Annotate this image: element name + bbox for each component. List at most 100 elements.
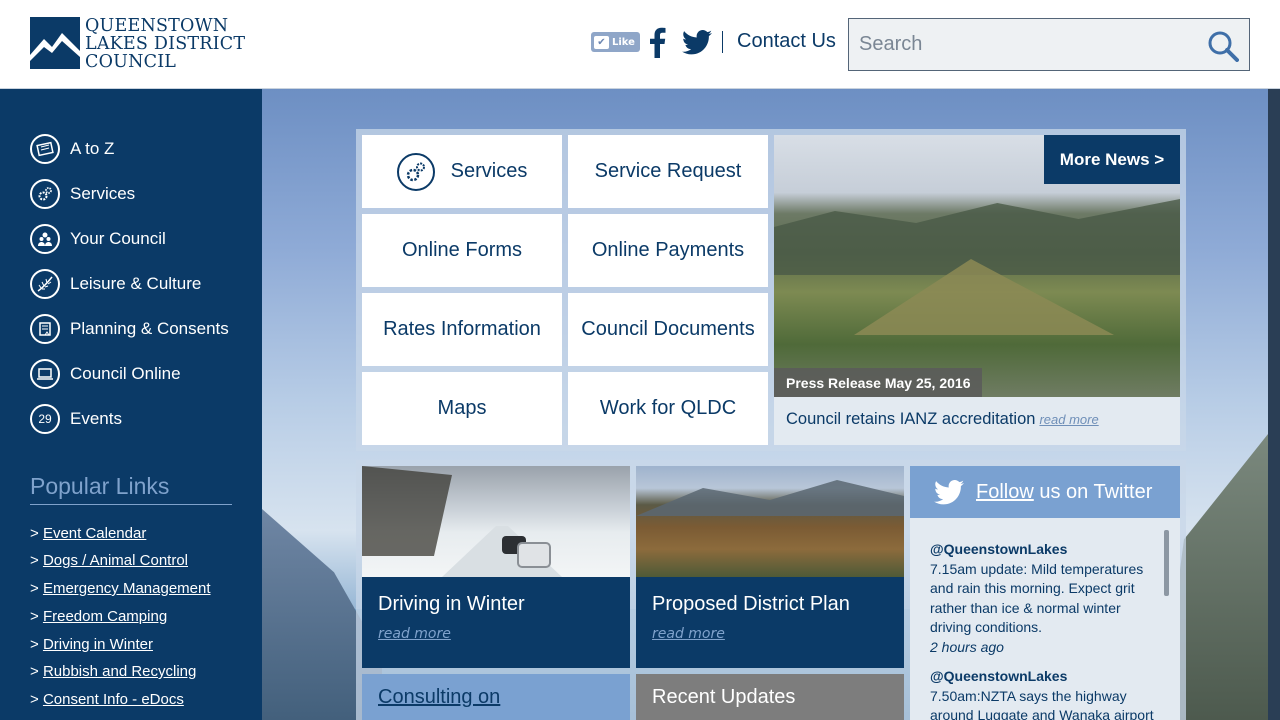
popular-link-text: Dogs / Animal Control bbox=[42, 552, 189, 569]
tile-online-forms[interactable]: Online Forms bbox=[362, 214, 562, 287]
district-aerial-photo bbox=[636, 466, 904, 577]
popular-link-text: Rubbish and Recycling bbox=[42, 663, 197, 680]
sidebar: A to Z Services Your Council Leisure & C… bbox=[0, 89, 262, 720]
popular-link[interactable]: > Dogs / Animal Control bbox=[30, 552, 188, 569]
sidebar-item-council-online[interactable]: Council Online bbox=[30, 358, 181, 390]
popular-link[interactable]: > Event Calendar bbox=[30, 525, 146, 542]
tile-services[interactable]: Services bbox=[362, 135, 562, 208]
logo-line-3: COUNCIL bbox=[85, 52, 177, 72]
logo-line-2: LAKES DISTRICT bbox=[85, 34, 246, 54]
recent-updates-title: Recent Updates bbox=[652, 686, 796, 708]
tile-label: Council Documents bbox=[581, 318, 755, 340]
tweet-handle[interactable]: @QueenstownLakes bbox=[930, 540, 1162, 560]
news-read-more-link[interactable]: read more bbox=[1039, 412, 1098, 427]
tweet-text: 7.15am update: Mild temperatures and rai… bbox=[930, 560, 1144, 636]
sidebar-item-label: Services bbox=[70, 184, 136, 203]
popular-link[interactable]: > Freedom Camping bbox=[30, 608, 167, 625]
card-body: Proposed District Plan read more bbox=[636, 577, 904, 668]
facebook-like-button[interactable]: ✔ Like bbox=[591, 32, 640, 52]
consulting-tile[interactable]: Consulting on bbox=[362, 674, 630, 720]
sidebar-item-label: A to Z bbox=[70, 139, 115, 158]
card-driving-in-winter[interactable]: Driving in Winter read more bbox=[362, 466, 630, 668]
calendar-icon: 29 bbox=[30, 404, 60, 434]
popular-link-text: Consent Info - eDocs bbox=[42, 691, 184, 708]
search-icon[interactable] bbox=[1207, 30, 1239, 62]
twitter-icon[interactable] bbox=[682, 30, 712, 55]
sidebar-item-services[interactable]: Services bbox=[30, 178, 135, 210]
card-read-more-link[interactable]: read more bbox=[378, 626, 451, 642]
people-icon bbox=[30, 224, 60, 254]
twitter-follow-link[interactable]: Follow bbox=[976, 481, 1034, 504]
press-release-tag: Press Release May 25, 2016 bbox=[774, 368, 983, 397]
popular-link-text: Driving in Winter bbox=[42, 636, 153, 653]
tweet-text: 7.50am:NZTA says the highway around Lugg… bbox=[930, 687, 1154, 720]
facebook-icon[interactable] bbox=[646, 26, 668, 58]
sidebar-item-label: Events bbox=[70, 409, 122, 428]
photo-trees bbox=[362, 466, 452, 556]
tile-rates-information[interactable]: Rates Information bbox=[362, 293, 562, 366]
tile-work-for-qldc[interactable]: Work for QLDC bbox=[568, 372, 768, 445]
tweet-handle[interactable]: @QueenstownLakes bbox=[930, 667, 1162, 687]
tweet: @QueenstownLakes 7.50am:NZTA says the hi… bbox=[930, 667, 1162, 720]
page-scrollbar[interactable] bbox=[1268, 89, 1280, 720]
twitter-feed: @QueenstownLakes 7.15am update: Mild tem… bbox=[910, 518, 1180, 720]
popular-links-title: Popular Links bbox=[30, 473, 232, 505]
sidebar-item-events[interactable]: 29 Events bbox=[30, 403, 122, 435]
sidebar-item-planning-consents[interactable]: Planning & Consents bbox=[30, 313, 229, 345]
search-input[interactable] bbox=[849, 19, 1189, 70]
card-read-more-link[interactable]: read more bbox=[652, 626, 725, 642]
tile-online-payments[interactable]: Online Payments bbox=[568, 214, 768, 287]
tile-label: Maps bbox=[437, 397, 487, 419]
tile-label: Service Request bbox=[594, 160, 742, 182]
popular-link[interactable]: > Emergency Management bbox=[30, 580, 211, 597]
card-title: Proposed District Plan bbox=[652, 593, 850, 615]
document-icon bbox=[30, 314, 60, 344]
popular-link[interactable]: > Rubbish and Recycling bbox=[30, 663, 196, 680]
sidebar-item-label: Leisure & Culture bbox=[70, 274, 202, 293]
twitter-icon bbox=[934, 479, 964, 504]
popular-link-text: Freedom Camping bbox=[42, 608, 168, 625]
gears-icon bbox=[30, 179, 60, 209]
tweet-time: 2 hours ago bbox=[930, 638, 1004, 655]
tile-council-documents[interactable]: Council Documents bbox=[568, 293, 768, 366]
card-proposed-district-plan[interactable]: Proposed District Plan read more bbox=[636, 466, 904, 668]
mountain-logo-icon bbox=[30, 17, 80, 69]
header-divider bbox=[722, 31, 723, 53]
photo-car bbox=[517, 542, 551, 568]
search-box bbox=[848, 18, 1250, 71]
logo-text: QUEENSTOWN LAKES DISTRICT COUNCIL bbox=[85, 17, 245, 73]
card-body: Driving in Winter read more bbox=[362, 577, 630, 668]
tile-label: Online Payments bbox=[591, 239, 745, 261]
sidebar-item-a-to-z[interactable]: A to Z bbox=[30, 133, 114, 165]
sidebar-item-leisure-culture[interactable]: Leisure & Culture bbox=[30, 268, 201, 300]
more-news-button[interactable]: More News > bbox=[1044, 135, 1180, 184]
consulting-link[interactable]: Consulting on bbox=[378, 686, 500, 708]
contact-us-link[interactable]: Contact Us bbox=[737, 30, 836, 53]
card-title: Driving in Winter bbox=[378, 593, 525, 615]
news-headline[interactable]: Council retains IANZ accreditation read m… bbox=[786, 410, 1099, 429]
tweet: @QueenstownLakes 7.15am update: Mild tem… bbox=[930, 540, 1162, 657]
sidebar-item-label: Your Council bbox=[70, 229, 166, 248]
laptop-icon bbox=[30, 359, 60, 389]
sidebar-item-your-council[interactable]: Your Council bbox=[30, 223, 166, 255]
like-label: Like bbox=[612, 36, 635, 48]
tile-label: Online Forms bbox=[401, 239, 523, 261]
sidebar-item-label: Planning & Consents bbox=[70, 319, 229, 338]
photo-mountains bbox=[636, 480, 904, 516]
tile-label: Services bbox=[450, 160, 528, 182]
fern-icon bbox=[30, 269, 60, 299]
sidebar-item-label: Council Online bbox=[70, 364, 181, 383]
popular-link[interactable]: > Consent Info - eDocs bbox=[30, 691, 184, 708]
twitter-scrollbar[interactable] bbox=[1164, 530, 1169, 596]
tile-label: Work for QLDC bbox=[599, 397, 737, 419]
recent-updates-tile[interactable]: Recent Updates bbox=[636, 674, 904, 720]
gears-icon bbox=[396, 152, 435, 191]
tile-label: Rates Information bbox=[383, 318, 541, 340]
council-logo[interactable]: QUEENSTOWN LAKES DISTRICT COUNCIL bbox=[30, 17, 250, 73]
calendar-day: 29 bbox=[38, 412, 52, 426]
popular-link[interactable]: > Driving in Winter bbox=[30, 636, 153, 653]
tile-service-request[interactable]: Service Request bbox=[568, 135, 768, 208]
check-icon: ✔ bbox=[594, 35, 609, 49]
tile-maps[interactable]: Maps bbox=[362, 372, 562, 445]
twitter-header-text: us on Twitter bbox=[1033, 480, 1153, 503]
